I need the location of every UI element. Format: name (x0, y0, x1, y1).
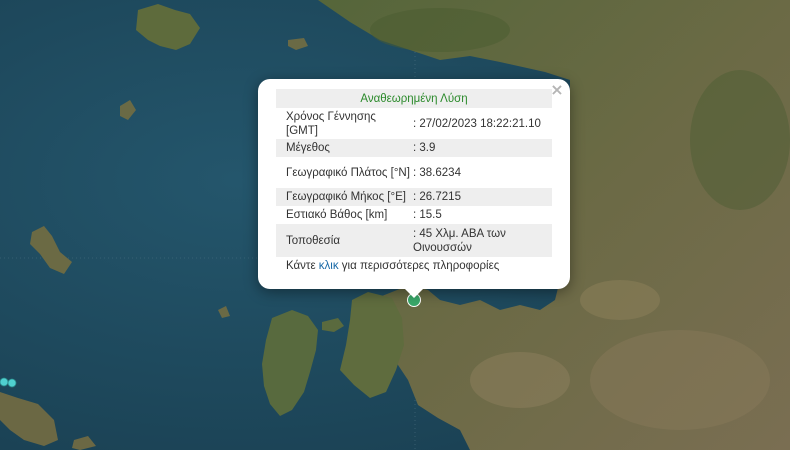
table-row: Γεωγραφικό Μήκος [°E] : 26.7215 (276, 188, 552, 206)
earthquake-info-popup: × Αναθεωρημένη Λύση Χρόνος Γέννησης [GMT… (258, 79, 570, 289)
earthquake-info-table: Αναθεωρημένη Λύση Χρόνος Γέννησης [GMT] … (276, 89, 552, 257)
earthquake-marker[interactable] (7, 378, 17, 388)
row-label-longitude: Γεωγραφικό Μήκος [°E] (276, 188, 410, 206)
more-info-link[interactable]: κλικ (319, 260, 339, 272)
terrain-patch (580, 280, 660, 320)
row-value-depth: : 15.5 (410, 206, 552, 224)
row-value-latitude: : 38.6234 (410, 157, 552, 188)
footer-text-before: Κάντε (286, 260, 319, 272)
row-label-latitude: Γεωγραφικό Πλάτος [°N] (276, 157, 410, 188)
row-value-longitude: : 26.7215 (410, 188, 552, 206)
row-label-location: Τοποθεσία (276, 224, 410, 257)
table-row: Μέγεθος : 3.9 (276, 139, 552, 157)
earthquake-marker[interactable] (0, 377, 9, 387)
terrain-patch (470, 352, 570, 408)
row-value-time: : 27/02/2023 18:22:21.10 (410, 108, 552, 139)
terrain-patch (370, 8, 510, 52)
row-value-location: : 45 Χλμ. ΑΒΑ των Οινουσσών (410, 224, 552, 257)
close-icon[interactable]: × (550, 82, 564, 98)
popup-title: Αναθεωρημένη Λύση (276, 89, 552, 108)
row-value-magnitude: : 3.9 (410, 139, 552, 157)
table-row: Εστιακό Βάθος [km] : 15.5 (276, 206, 552, 224)
row-label-depth: Εστιακό Βάθος [km] (276, 206, 410, 224)
table-row: Χρόνος Γέννησης [GMT] : 27/02/2023 18:22… (276, 108, 552, 139)
row-label-time: Χρόνος Γέννησης [GMT] (276, 108, 410, 139)
row-label-magnitude: Μέγεθος (276, 139, 410, 157)
footer-text-after: για περισσότερες πληροφορίες (338, 260, 500, 272)
table-row: Γεωγραφικό Πλάτος [°N] : 38.6234 (276, 157, 552, 188)
popup-footer: Κάντε κλικ για περισσότερες πληροφορίες (276, 260, 552, 272)
table-row: Τοποθεσία : 45 Χλμ. ΑΒΑ των Οινουσσών (276, 224, 552, 257)
terrain-patch (590, 330, 770, 430)
terrain-patch (690, 70, 790, 210)
popup-pointer (404, 288, 424, 298)
